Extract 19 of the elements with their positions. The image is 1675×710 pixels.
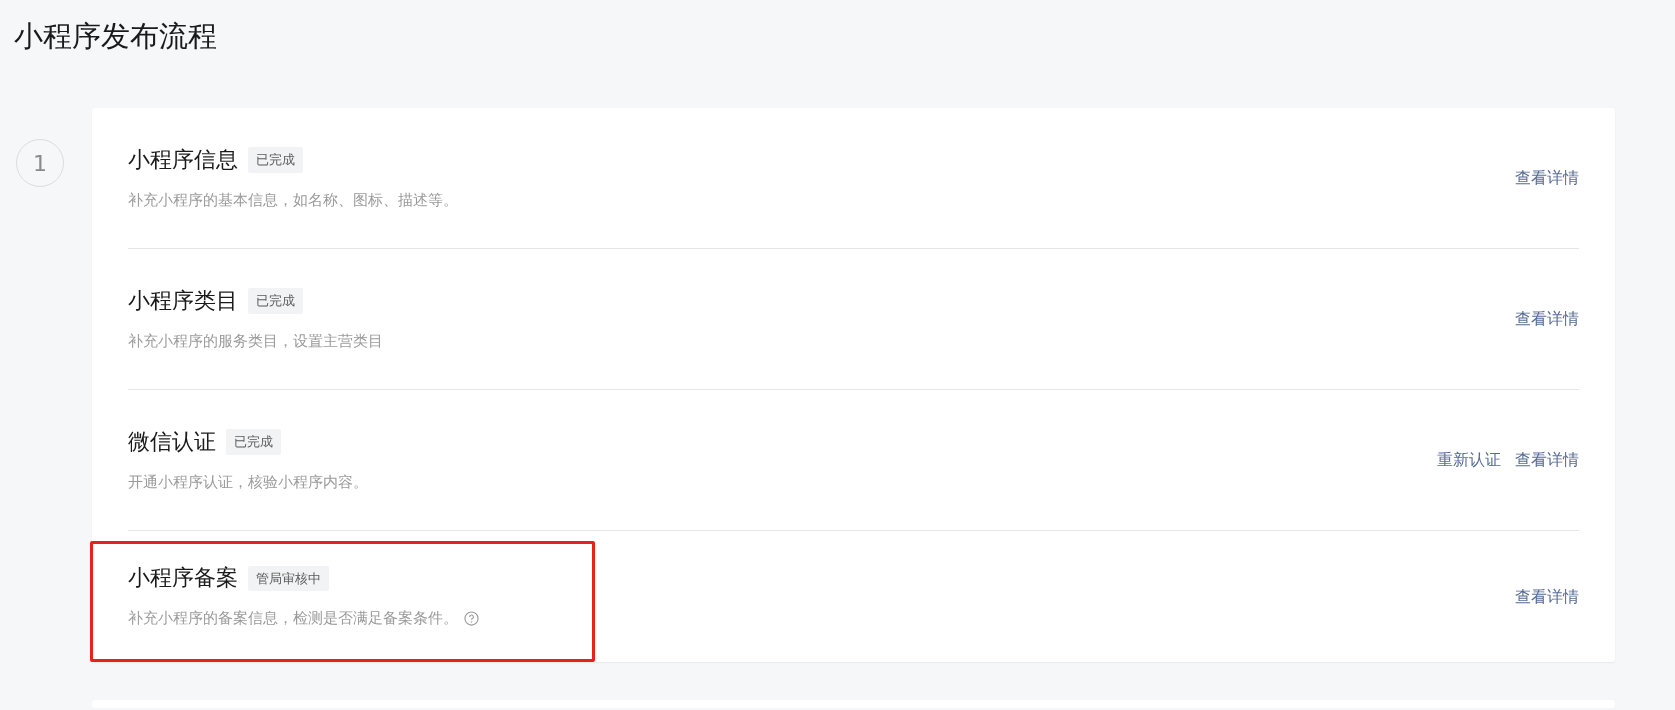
item-title: 小程序备案 <box>128 564 238 593</box>
item-description: 开通小程序认证，核验小程序内容。 <box>128 471 368 493</box>
item-title: 小程序信息 <box>128 145 238 174</box>
item-description: 补充小程序的基本信息，如名称、图标、描述等。 <box>128 189 458 211</box>
link-button[interactable]: 查看详情 <box>1515 584 1579 609</box>
help-icon[interactable] <box>464 611 479 626</box>
link-button[interactable]: 重新认证 <box>1437 448 1501 472</box>
link-button[interactable]: 查看详情 <box>1515 307 1579 331</box>
item-title: 小程序类目 <box>128 286 238 315</box>
status-badge: 管局审核中 <box>248 565 329 591</box>
item-description: 补充小程序的备案信息，检测是否满足备案条件。 <box>128 608 458 630</box>
status-badge: 已完成 <box>248 288 303 314</box>
item-title: 微信认证 <box>128 427 216 456</box>
link-button[interactable]: 查看详情 <box>1515 166 1579 190</box>
status-badge: 已完成 <box>248 147 303 173</box>
page-title: 小程序发布流程 <box>13 18 218 55</box>
link-button[interactable]: 查看详情 <box>1515 448 1579 472</box>
status-badge: 已完成 <box>226 429 281 455</box>
item-description: 补充小程序的服务类目，设置主营类目 <box>128 330 383 352</box>
